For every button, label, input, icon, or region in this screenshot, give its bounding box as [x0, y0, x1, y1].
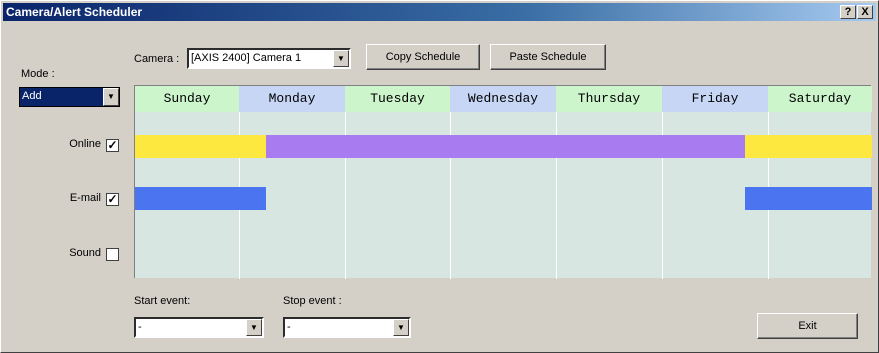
chevron-down-icon[interactable]: ▼: [333, 50, 349, 67]
email-bar[interactable]: [135, 187, 266, 210]
help-button[interactable]: ?: [840, 5, 856, 19]
start-event-value: -: [138, 321, 142, 333]
day-header: Friday: [662, 86, 768, 112]
online-bar[interactable]: [135, 135, 266, 158]
close-button[interactable]: X: [857, 5, 873, 19]
window-title: Camera/Alert Scheduler: [6, 5, 143, 19]
email-checkbox[interactable]: [106, 193, 119, 206]
row-label-online: Online: [69, 138, 101, 150]
scheduler-window: Camera/Alert Scheduler ? X Mode : Add ▼ …: [0, 0, 879, 353]
day-header: Tuesday: [345, 86, 450, 112]
chevron-down-icon[interactable]: ▼: [393, 319, 409, 336]
schedule-grid[interactable]: Sunday Monday Tuesday Wednesday Thursday Frid…: [134, 85, 872, 279]
day-header: Saturday: [768, 86, 872, 112]
stop-event-label: Stop event :: [283, 295, 342, 307]
camera-value: [AXIS 2400] Camera 1: [191, 52, 302, 64]
online-bar[interactable]: [745, 135, 872, 158]
mode-value: Add: [22, 90, 42, 102]
sound-checkbox[interactable]: [106, 248, 119, 261]
copy-schedule-button[interactable]: Copy Schedule: [366, 44, 480, 70]
day-header: Sunday: [135, 86, 239, 112]
start-event-label: Start event:: [134, 295, 191, 307]
row-label-sound: Sound: [69, 247, 101, 259]
day-header: Wednesday: [450, 86, 556, 112]
day-header: Thursday: [556, 86, 662, 112]
chevron-down-icon[interactable]: ▼: [246, 319, 262, 336]
mode-label: Mode :: [21, 68, 55, 80]
exit-button[interactable]: Exit: [757, 313, 858, 339]
camera-select[interactable]: [AXIS 2400] Camera 1 ▼: [187, 48, 351, 69]
title-bar: Camera/Alert Scheduler ? X: [3, 3, 876, 21]
day-header: Monday: [239, 86, 345, 112]
camera-label: Camera :: [134, 53, 180, 65]
paste-schedule-button[interactable]: Paste Schedule: [490, 44, 606, 70]
start-event-select[interactable]: - ▼: [134, 317, 264, 338]
stop-event-value: -: [287, 321, 291, 333]
online-checkbox[interactable]: [106, 139, 119, 152]
email-bar[interactable]: [745, 187, 872, 210]
stop-event-select[interactable]: - ▼: [283, 317, 411, 338]
chevron-down-icon[interactable]: ▼: [103, 88, 119, 106]
row-label-email: E-mail: [69, 192, 101, 204]
online-bar[interactable]: [266, 135, 745, 158]
mode-select[interactable]: Add ▼: [19, 87, 120, 107]
